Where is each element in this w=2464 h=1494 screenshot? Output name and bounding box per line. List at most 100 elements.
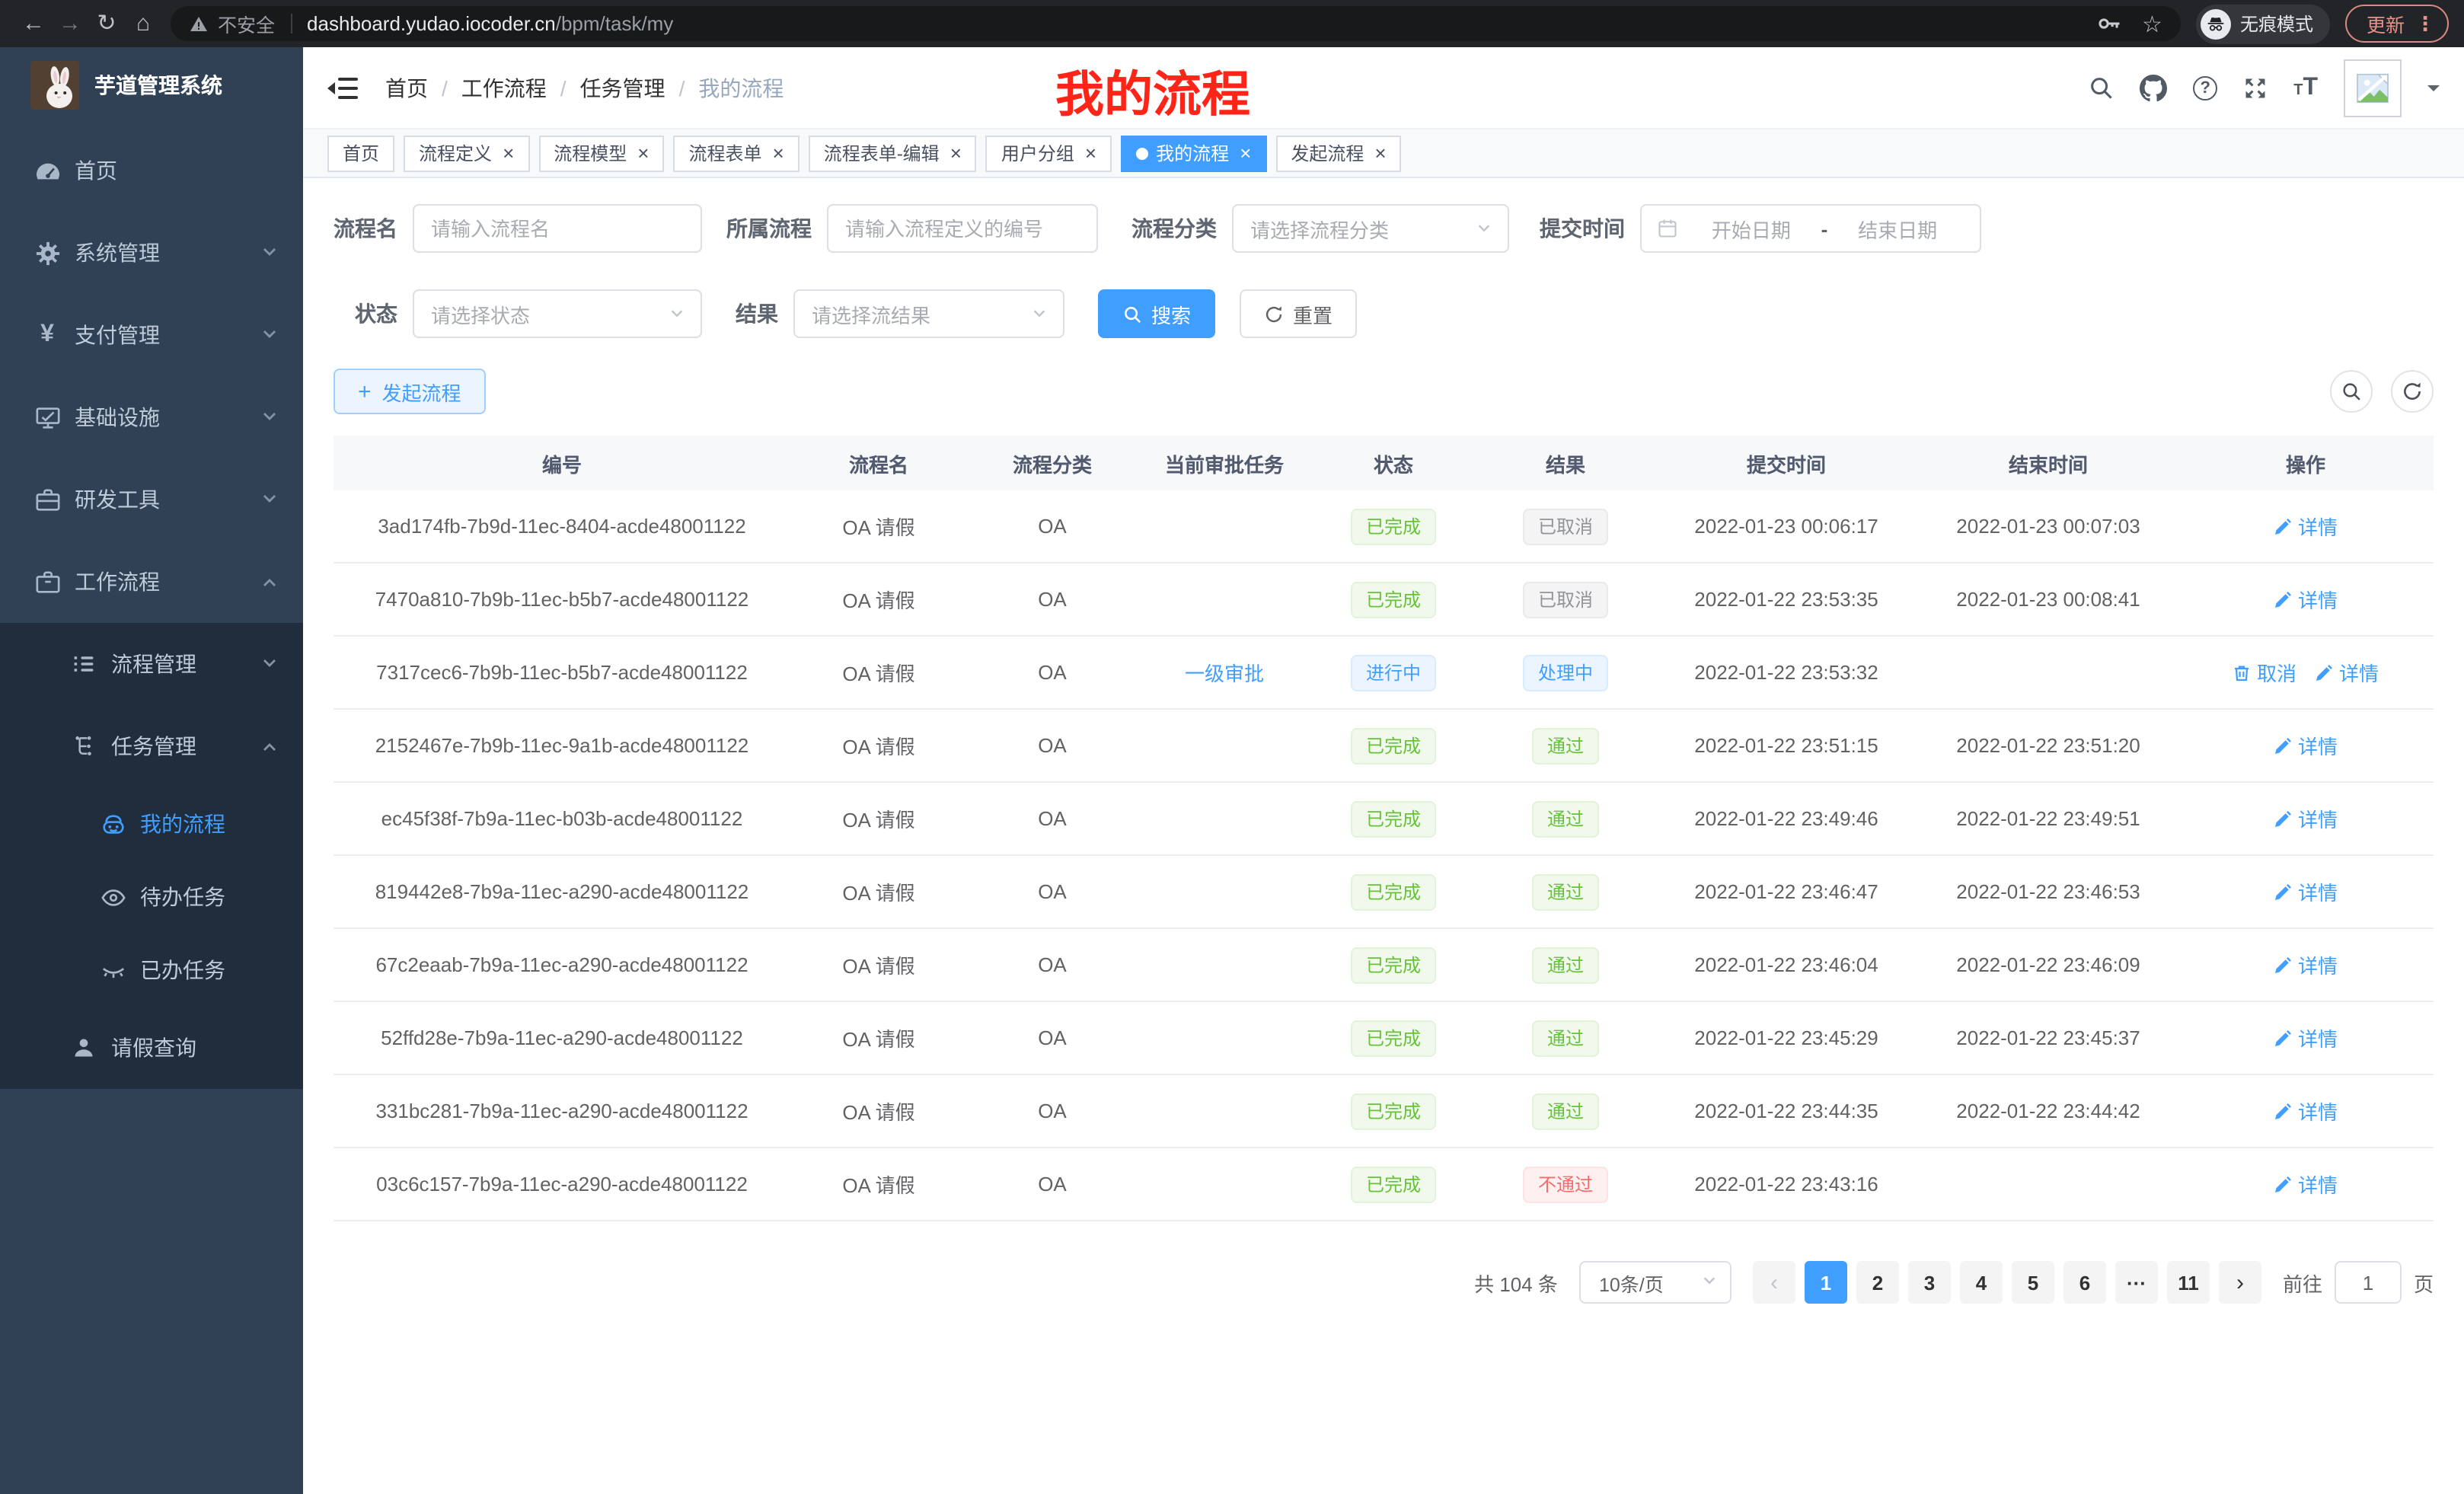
- table-row[interactable]: 819442e8-7b9a-11ec-a290-acde48001122 OA …: [334, 856, 2434, 929]
- avatar-dropdown-icon[interactable]: [2427, 85, 2440, 97]
- refresh-table-button[interactable]: [2391, 370, 2434, 413]
- tab[interactable]: 流程模型 ×: [538, 135, 664, 171]
- browser-menu-icon[interactable]: ⋮: [2415, 11, 2435, 36]
- toggle-search-button[interactable]: [2330, 370, 2373, 413]
- tab-close-icon[interactable]: ×: [1240, 143, 1251, 163]
- password-key-icon[interactable]: [2095, 11, 2121, 37]
- detail-link[interactable]: 详情: [2274, 877, 2338, 906]
- tab[interactable]: 发起流程 ×: [1275, 135, 1401, 171]
- tab-close-icon[interactable]: ×: [1374, 143, 1386, 163]
- breadcrumb-task-mgmt[interactable]: 任务管理: [580, 72, 665, 103]
- detail-link[interactable]: 详情: [2274, 950, 2338, 979]
- sidebar-item-devtools[interactable]: 研发工具: [0, 458, 303, 541]
- submit-time-range-picker[interactable]: 开始日期 - 结束日期: [1640, 204, 1981, 253]
- detail-link[interactable]: 详情: [2274, 512, 2338, 541]
- avatar[interactable]: [2344, 59, 2402, 117]
- sidebar-item-done-tasks[interactable]: 已办任务: [0, 934, 303, 1007]
- tab-close-icon[interactable]: ×: [503, 143, 514, 163]
- search-icon[interactable]: [2088, 75, 2114, 101]
- bookmark-star-icon[interactable]: ☆: [2142, 10, 2162, 37]
- tab[interactable]: 流程定义 ×: [404, 135, 529, 171]
- detail-link[interactable]: 详情: [2274, 1023, 2338, 1052]
- cell-category: OA: [967, 661, 1138, 684]
- sidebar-item-process-mgmt[interactable]: 流程管理: [0, 623, 303, 705]
- table-row[interactable]: 3ad174fb-7b9d-11ec-8404-acde48001122 OA …: [334, 490, 2434, 563]
- detail-link[interactable]: 详情: [2274, 1097, 2338, 1125]
- detail-link[interactable]: 详情: [2274, 585, 2338, 614]
- reset-button[interactable]: 重置: [1240, 289, 1357, 338]
- app-title: 芋道管理系统: [94, 70, 222, 101]
- page-number-button[interactable]: 5: [2012, 1261, 2054, 1304]
- current-task-link[interactable]: 一级审批: [1185, 658, 1264, 687]
- sidebar-item-todo-tasks[interactable]: 待办任务: [0, 860, 303, 934]
- sidebar-item-home[interactable]: 首页: [0, 129, 303, 212]
- page-number-button[interactable]: 11: [2167, 1261, 2210, 1304]
- font-size-icon[interactable]: TT: [2293, 75, 2318, 100]
- start-process-button[interactable]: + 发起流程: [334, 369, 486, 414]
- pager-next[interactable]: ›: [2219, 1261, 2261, 1304]
- owner-process-input[interactable]: [827, 204, 1098, 253]
- tab-close-icon[interactable]: ×: [1085, 143, 1096, 163]
- table-row[interactable]: 331bc281-7b9a-11ec-a290-acde48001122 OA …: [334, 1075, 2434, 1148]
- process-name-input[interactable]: [413, 204, 702, 253]
- breadcrumb-workflow[interactable]: 工作流程: [461, 72, 547, 103]
- table-row[interactable]: 03c6c157-7b9a-11ec-a290-acde48001122 OA …: [334, 1148, 2434, 1221]
- sidebar-item-workflow[interactable]: 工作流程: [0, 541, 303, 623]
- browser-home-icon[interactable]: ⌂: [125, 0, 161, 47]
- detail-link[interactable]: 详情: [2274, 804, 2338, 833]
- detail-link[interactable]: 详情: [2274, 1170, 2338, 1199]
- table-row[interactable]: 67c2eaab-7b9a-11ec-a290-acde48001122 OA …: [334, 929, 2434, 1002]
- page-number-button[interactable]: 2: [1856, 1261, 1899, 1304]
- browser-reload-icon[interactable]: ↻: [88, 0, 125, 47]
- result-select[interactable]: 请选择流结果: [793, 289, 1064, 338]
- goto-unit: 页: [2414, 1268, 2434, 1297]
- table-row[interactable]: 7317cec6-7b9b-11ec-b5b7-acde48001122 OA …: [334, 637, 2434, 710]
- github-icon[interactable]: [2140, 74, 2167, 101]
- tab[interactable]: 首页: [327, 135, 394, 171]
- update-label[interactable]: 更新: [2367, 9, 2405, 38]
- help-icon[interactable]: ?: [2193, 75, 2217, 100]
- browser-back-icon[interactable]: ←: [15, 0, 52, 47]
- page-number-button[interactable]: 1: [1805, 1261, 1847, 1304]
- table-row[interactable]: 2152467e-7b9b-11ec-9a1b-acde48001122 OA …: [334, 710, 2434, 783]
- sidebar-item-infrastructure[interactable]: 基础设施: [0, 376, 303, 458]
- detail-link[interactable]: 详情: [2315, 658, 2379, 687]
- page-size-select[interactable]: 10条/页: [1579, 1261, 1732, 1304]
- search-button[interactable]: 搜索: [1098, 289, 1215, 338]
- fullscreen-icon[interactable]: [2243, 75, 2268, 100]
- security-label[interactable]: 不安全: [218, 9, 275, 38]
- browser-forward-icon[interactable]: →: [52, 0, 88, 47]
- status-select[interactable]: 请选择状态: [413, 289, 702, 338]
- detail-link[interactable]: 详情: [2274, 731, 2338, 760]
- tab-close-icon[interactable]: ×: [773, 143, 784, 163]
- sidebar-item-label: 流程管理: [111, 649, 260, 679]
- tab[interactable]: 流程表单-编辑 ×: [809, 135, 977, 171]
- cancel-link[interactable]: 取消: [2233, 658, 2296, 687]
- table-row[interactable]: ec45f38f-7b9a-11ec-b03b-acde48001122 OA …: [334, 783, 2434, 856]
- address-bar[interactable]: 不安全 dashboard.yudao.iocoder.cn/bpm/task/…: [171, 6, 2181, 41]
- cell-category: OA: [967, 953, 1138, 976]
- breadcrumb-home[interactable]: 首页: [385, 72, 428, 103]
- page-number-button[interactable]: 6: [2063, 1261, 2106, 1304]
- table-row[interactable]: 52ffd28e-7b9a-11ec-a290-acde48001122 OA …: [334, 1002, 2434, 1075]
- goto-page-input[interactable]: [2335, 1261, 2402, 1304]
- page-number-button[interactable]: 4: [1960, 1261, 2003, 1304]
- sidebar-item-task-mgmt[interactable]: 任务管理: [0, 705, 303, 787]
- tab-close-icon[interactable]: ×: [950, 143, 962, 163]
- page-number-button[interactable]: 3: [1908, 1261, 1951, 1304]
- sidebar-item-payment[interactable]: ¥ 支付管理: [0, 294, 303, 376]
- sidebar-collapse-icon[interactable]: [327, 75, 358, 100]
- tab-close-icon[interactable]: ×: [637, 143, 649, 163]
- sidebar-item-leave-query[interactable]: 请假查询: [0, 1007, 303, 1089]
- sidebar-item-my-process[interactable]: 我的流程: [0, 787, 303, 860]
- tab-label: 流程定义: [419, 140, 492, 166]
- sidebar-item-system[interactable]: 系统管理: [0, 212, 303, 294]
- tab[interactable]: 用户分组 ×: [986, 135, 1112, 171]
- tab[interactable]: 我的流程 ×: [1121, 135, 1266, 171]
- table-row[interactable]: 7470a810-7b9b-11ec-b5b7-acde48001122 OA …: [334, 563, 2434, 637]
- pager-prev[interactable]: ‹: [1753, 1261, 1795, 1304]
- category-select[interactable]: 请选择流程分类: [1232, 204, 1509, 253]
- page-number-button[interactable]: ···: [2115, 1261, 2158, 1304]
- browser-update-button[interactable]: 更新 ⋮: [2345, 5, 2449, 43]
- tab[interactable]: 流程表单 ×: [673, 135, 799, 171]
